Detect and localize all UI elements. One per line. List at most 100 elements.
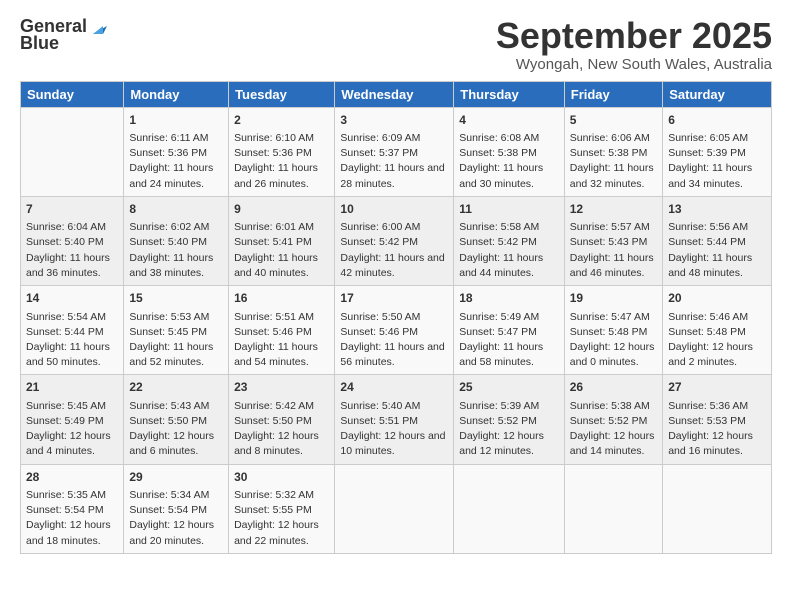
- calendar-cell: [335, 464, 454, 553]
- sunrise-text: Sunrise: 5:36 AM: [668, 399, 766, 414]
- sunset-text: Sunset: 5:36 PM: [234, 146, 329, 161]
- calendar-cell: 25Sunrise: 5:39 AMSunset: 5:52 PMDayligh…: [454, 375, 565, 464]
- day-number: 12: [570, 201, 657, 218]
- month-title: September 2025: [496, 16, 772, 56]
- day-number: 5: [570, 112, 657, 129]
- sunrise-text: Sunrise: 5:57 AM: [570, 220, 657, 235]
- day-number: 19: [570, 290, 657, 307]
- sunrise-text: Sunrise: 5:35 AM: [26, 488, 118, 503]
- daylight-text: Daylight: 11 hours and 52 minutes.: [129, 340, 223, 370]
- day-number: 26: [570, 379, 657, 396]
- calendar-cell: 17Sunrise: 5:50 AMSunset: 5:46 PMDayligh…: [335, 286, 454, 375]
- sunrise-text: Sunrise: 5:47 AM: [570, 310, 657, 325]
- sunset-text: Sunset: 5:55 PM: [234, 503, 329, 518]
- sunset-text: Sunset: 5:40 PM: [129, 235, 223, 250]
- logo: General Blue: [20, 16, 111, 54]
- daylight-text: Daylight: 12 hours and 22 minutes.: [234, 518, 329, 548]
- calendar-cell: [21, 107, 124, 196]
- calendar-cell: 16Sunrise: 5:51 AMSunset: 5:46 PMDayligh…: [229, 286, 335, 375]
- calendar-cell: 4Sunrise: 6:08 AMSunset: 5:38 PMDaylight…: [454, 107, 565, 196]
- header-cell-wednesday: Wednesday: [335, 81, 454, 107]
- daylight-text: Daylight: 11 hours and 54 minutes.: [234, 340, 329, 370]
- daylight-text: Daylight: 12 hours and 20 minutes.: [129, 518, 223, 548]
- calendar-body: 1Sunrise: 6:11 AMSunset: 5:36 PMDaylight…: [21, 107, 772, 553]
- daylight-text: Daylight: 11 hours and 46 minutes.: [570, 251, 657, 281]
- calendar-header: SundayMondayTuesdayWednesdayThursdayFrid…: [21, 81, 772, 107]
- day-number: 9: [234, 201, 329, 218]
- sunrise-text: Sunrise: 5:42 AM: [234, 399, 329, 414]
- page-header: General Blue September 2025 Wyongah, New…: [20, 16, 772, 73]
- header-cell-saturday: Saturday: [663, 81, 772, 107]
- calendar-cell: 26Sunrise: 5:38 AMSunset: 5:52 PMDayligh…: [564, 375, 662, 464]
- calendar-cell: 22 Sunrise: 5:43 AMSunset: 5:50 PMDayligh…: [124, 375, 229, 464]
- daylight-text: Daylight: 11 hours and 36 minutes.: [26, 251, 118, 281]
- day-number: 11: [459, 201, 559, 218]
- calendar-cell: 2Sunrise: 6:10 AMSunset: 5:36 PMDaylight…: [229, 107, 335, 196]
- sunrise-text: Sunrise: 5:43 AM: [129, 399, 223, 414]
- daylight-text: Daylight: 11 hours and 24 minutes.: [129, 161, 223, 191]
- day-number: 20: [668, 290, 766, 307]
- sunrise-text: Sunrise: 6:00 AM: [340, 220, 448, 235]
- header-cell-tuesday: Tuesday: [229, 81, 335, 107]
- calendar-cell: 8Sunrise: 6:02 AMSunset: 5:40 PMDaylight…: [124, 196, 229, 285]
- header-cell-monday: Monday: [124, 81, 229, 107]
- sunrise-text: Sunrise: 6:02 AM: [129, 220, 223, 235]
- sunset-text: Sunset: 5:40 PM: [26, 235, 118, 250]
- week-row-5: 28Sunrise: 5:35 AMSunset: 5:54 PMDayligh…: [21, 464, 772, 553]
- day-number: 28: [26, 469, 118, 486]
- sunset-text: Sunset: 5:47 PM: [459, 325, 559, 340]
- day-number: 29: [129, 469, 223, 486]
- day-number: 18: [459, 290, 559, 307]
- title-block: September 2025 Wyongah, New South Wales,…: [496, 16, 772, 73]
- daylight-text: Daylight: 12 hours and 6 minutes.: [129, 429, 223, 459]
- sunset-text: Sunset: 5:50 PM: [129, 414, 223, 429]
- calendar-cell: 6Sunrise: 6:05 AMSunset: 5:39 PMDaylight…: [663, 107, 772, 196]
- daylight-text: Daylight: 12 hours and 2 minutes.: [668, 340, 766, 370]
- sunrise-text: Sunrise: 5:45 AM: [26, 399, 118, 414]
- daylight-text: Daylight: 12 hours and 4 minutes.: [26, 429, 118, 459]
- calendar-cell: 13Sunrise: 5:56 AMSunset: 5:44 PMDayligh…: [663, 196, 772, 285]
- calendar-cell: [663, 464, 772, 553]
- sunset-text: Sunset: 5:41 PM: [234, 235, 329, 250]
- day-number: 22: [129, 379, 223, 396]
- calendar-cell: 7Sunrise: 6:04 AMSunset: 5:40 PMDaylight…: [21, 196, 124, 285]
- sunset-text: Sunset: 5:42 PM: [340, 235, 448, 250]
- sunrise-text: Sunrise: 5:53 AM: [129, 310, 223, 325]
- calendar-cell: [454, 464, 565, 553]
- daylight-text: Daylight: 12 hours and 16 minutes.: [668, 429, 766, 459]
- day-number: 1: [129, 112, 223, 129]
- header-row: SundayMondayTuesdayWednesdayThursdayFrid…: [21, 81, 772, 107]
- calendar-cell: 12Sunrise: 5:57 AMSunset: 5:43 PMDayligh…: [564, 196, 662, 285]
- day-number: 15: [129, 290, 223, 307]
- calendar-cell: 20Sunrise: 5:46 AMSunset: 5:48 PMDayligh…: [663, 286, 772, 375]
- day-number: 7: [26, 201, 118, 218]
- sunset-text: Sunset: 5:53 PM: [668, 414, 766, 429]
- daylight-text: Daylight: 11 hours and 34 minutes.: [668, 161, 766, 191]
- calendar-cell: 29Sunrise: 5:34 AMSunset: 5:54 PMDayligh…: [124, 464, 229, 553]
- sunset-text: Sunset: 5:46 PM: [340, 325, 448, 340]
- day-number: 6: [668, 112, 766, 129]
- sunrise-text: Sunrise: 5:58 AM: [459, 220, 559, 235]
- day-number: 10: [340, 201, 448, 218]
- week-row-1: 1Sunrise: 6:11 AMSunset: 5:36 PMDaylight…: [21, 107, 772, 196]
- sunrise-text: Sunrise: 6:10 AM: [234, 131, 329, 146]
- calendar-cell: 3Sunrise: 6:09 AMSunset: 5:37 PMDaylight…: [335, 107, 454, 196]
- daylight-text: Daylight: 11 hours and 30 minutes.: [459, 161, 559, 191]
- sunrise-text: Sunrise: 5:49 AM: [459, 310, 559, 325]
- calendar-cell: [564, 464, 662, 553]
- sunset-text: Sunset: 5:50 PM: [234, 414, 329, 429]
- calendar-cell: 18Sunrise: 5:49 AMSunset: 5:47 PMDayligh…: [454, 286, 565, 375]
- week-row-2: 7Sunrise: 6:04 AMSunset: 5:40 PMDaylight…: [21, 196, 772, 285]
- sunset-text: Sunset: 5:42 PM: [459, 235, 559, 250]
- page-container: General Blue September 2025 Wyongah, New…: [0, 0, 792, 564]
- calendar-cell: 1Sunrise: 6:11 AMSunset: 5:36 PMDaylight…: [124, 107, 229, 196]
- daylight-text: Daylight: 12 hours and 14 minutes.: [570, 429, 657, 459]
- day-number: 2: [234, 112, 329, 129]
- week-row-4: 21Sunrise: 5:45 AMSunset: 5:49 PMDayligh…: [21, 375, 772, 464]
- header-cell-sunday: Sunday: [21, 81, 124, 107]
- day-number: 30: [234, 469, 329, 486]
- sunset-text: Sunset: 5:48 PM: [668, 325, 766, 340]
- calendar-cell: 5Sunrise: 6:06 AMSunset: 5:38 PMDaylight…: [564, 107, 662, 196]
- daylight-text: Daylight: 11 hours and 40 minutes.: [234, 251, 329, 281]
- sunrise-text: Sunrise: 5:32 AM: [234, 488, 329, 503]
